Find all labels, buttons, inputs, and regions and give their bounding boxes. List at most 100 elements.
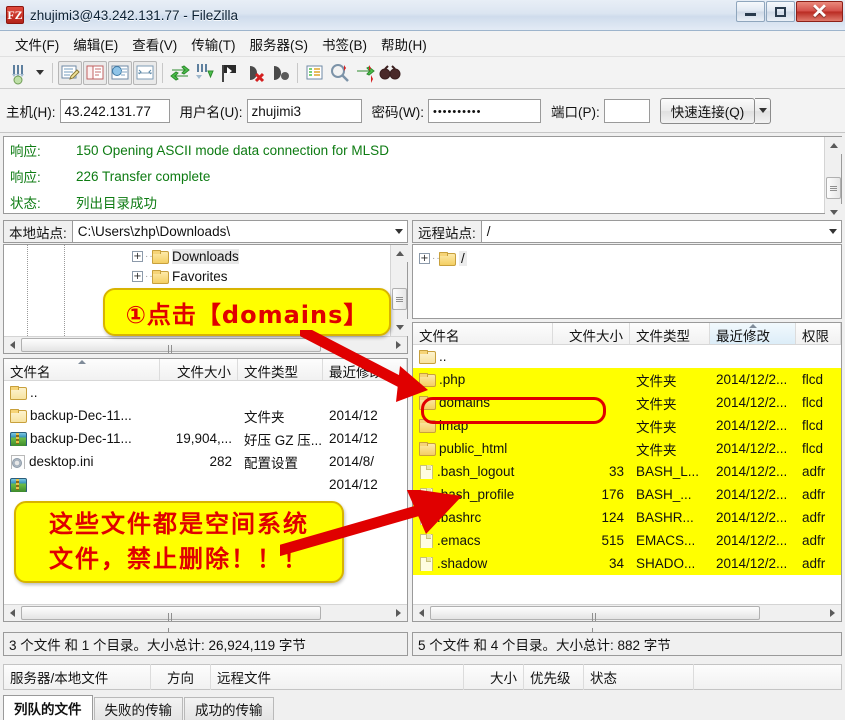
tab-queued-files[interactable]: 列队的文件 — [3, 695, 93, 720]
search-icon[interactable] — [378, 61, 402, 85]
queue-column-priority[interactable]: 优先级 — [524, 664, 584, 690]
menu-server[interactable]: 服务器(S) — [243, 31, 316, 57]
compare-icon[interactable] — [328, 61, 352, 85]
queue-column-size[interactable]: 大小 — [464, 664, 524, 690]
scroll-down-icon[interactable] — [391, 319, 408, 336]
minimize-button[interactable] — [736, 1, 765, 22]
local-list-hscroll[interactable] — [4, 604, 407, 636]
expand-icon[interactable]: + — [132, 251, 143, 262]
quick-connect-dropdown[interactable] — [755, 97, 772, 124]
column-header-filetype[interactable]: 文件类型 — [630, 323, 710, 344]
local-tree-hscroll[interactable] — [4, 336, 407, 368]
remote-directory-tree[interactable]: + ·· / — [412, 244, 842, 319]
remote-list-hscroll[interactable] — [413, 604, 841, 636]
table-row[interactable]: imap 文件夹 2014/12/2... flcd — [413, 414, 841, 437]
local-site-path-combo[interactable]: C:\Users\zhp\Downloads\ — [72, 220, 408, 243]
column-header-filename[interactable]: 文件名 — [4, 359, 160, 380]
tree-item-favorites[interactable]: + ·· Favorites — [132, 267, 228, 286]
table-row[interactable]: .. — [4, 381, 407, 404]
queue-column-server-local[interactable]: 服务器/本地文件 — [4, 664, 151, 690]
column-header-filesize[interactable]: 文件大小 — [553, 323, 630, 344]
folder-icon — [419, 373, 436, 387]
scroll-right-icon[interactable] — [390, 337, 407, 354]
menu-help[interactable]: 帮助(H) — [374, 31, 434, 57]
scroll-up-icon[interactable] — [391, 245, 408, 262]
scroll-right-icon[interactable] — [824, 605, 841, 622]
cancel-operation-icon[interactable] — [218, 61, 242, 85]
toggle-remote-tree-icon[interactable] — [108, 60, 132, 85]
table-row[interactable]: backup-Dec-11... 19,904,... 好压 GZ 压... 2… — [4, 427, 407, 450]
remote-site-path-combo[interactable]: / — [481, 220, 842, 243]
file-modified: 2014/12/2... — [716, 464, 788, 479]
column-header-modified[interactable]: 最近修改 — [710, 323, 796, 344]
process-queue-icon[interactable] — [193, 61, 217, 85]
username-input[interactable]: zhujimi3 — [246, 98, 362, 123]
filter-icon[interactable] — [303, 61, 327, 85]
close-button[interactable]: ✕ — [796, 1, 843, 22]
scroll-right-icon[interactable] — [390, 605, 407, 622]
sync-browsing-icon[interactable] — [353, 61, 377, 85]
local-file-list-header: 文件名 文件大小 文件类型 最近修改 — [4, 359, 407, 381]
queue-column-remote-file[interactable]: 远程文件 — [211, 664, 464, 690]
table-row[interactable]: .shadow 34 SHADO... 2014/12/2... adfr — [413, 552, 841, 575]
table-row[interactable]: public_html 文件夹 2014/12/2... flcd — [413, 437, 841, 460]
local-tree-vscroll[interactable] — [390, 245, 408, 336]
queue-column-status[interactable]: 状态 — [584, 664, 694, 690]
expand-icon[interactable]: + — [132, 271, 143, 282]
menu-view[interactable]: 查看(V) — [125, 31, 184, 57]
log-scrollbar[interactable] — [824, 137, 842, 221]
menu-edit[interactable]: 编辑(E) — [66, 31, 125, 57]
password-input[interactable]: •••••••••• — [427, 98, 541, 123]
tree-item-root[interactable]: + ·· / — [419, 249, 467, 268]
site-manager-icon[interactable] — [8, 61, 32, 85]
tab-successful-transfers[interactable]: 成功的传输 — [184, 697, 274, 720]
maximize-button[interactable] — [766, 1, 795, 22]
column-header-filesize[interactable]: 文件大小 — [160, 359, 238, 380]
table-row[interactable]: desktop.ini 282 配置设置 2014/8/ — [4, 450, 407, 473]
tree-item-downloads[interactable]: + ·· Downloads — [132, 247, 239, 266]
scroll-thumb[interactable] — [21, 337, 321, 368]
toggle-message-log-icon[interactable] — [58, 60, 82, 85]
table-row[interactable]: .bashrc 124 BASHR... 2014/12/2... adfr — [413, 506, 841, 529]
toggle-transfer-queue-icon[interactable] — [133, 60, 157, 85]
scroll-thumb[interactable] — [391, 288, 407, 310]
reconnect-icon[interactable] — [268, 61, 292, 85]
file-permissions: flcd — [802, 372, 824, 387]
scroll-left-icon[interactable] — [4, 337, 21, 354]
port-input[interactable] — [603, 98, 650, 123]
scroll-thumb[interactable] — [21, 605, 321, 636]
scroll-left-icon[interactable] — [4, 605, 21, 622]
quick-connect-button[interactable]: 快速连接(Q) — [659, 97, 756, 124]
table-row[interactable]: .bash_profile 176 BASH_... 2014/12/2... … — [413, 483, 841, 506]
refresh-icon[interactable] — [168, 61, 192, 85]
column-header-permissions[interactable]: 权限 — [796, 323, 841, 344]
menu-transfer[interactable]: 传输(T) — [184, 31, 242, 57]
table-row[interactable]: .bash_logout 33 BASH_L... 2014/12/2... a… — [413, 460, 841, 483]
dropdown-caret-icon[interactable] — [33, 61, 47, 85]
table-row[interactable]: .emacs 515 EMACS... 2014/12/2... adfr — [413, 529, 841, 552]
scroll-thumb[interactable] — [430, 605, 760, 636]
table-row[interactable]: 2014/12 — [4, 473, 407, 496]
table-row[interactable]: .. — [413, 345, 841, 368]
queue-column-direction[interactable]: 方向 — [151, 664, 211, 690]
file-size: 19,904,... — [175, 431, 232, 446]
expand-icon[interactable]: + — [419, 253, 430, 264]
toggle-local-tree-icon[interactable] — [83, 60, 107, 85]
menu-file[interactable]: 文件(F) — [8, 31, 66, 57]
column-header-filetype[interactable]: 文件类型 — [238, 359, 323, 380]
disconnect-icon[interactable] — [243, 61, 267, 85]
tab-failed-transfers[interactable]: 失败的传输 — [93, 697, 183, 720]
menu-bookmarks[interactable]: 书签(B) — [315, 31, 374, 57]
chevron-down-icon — [829, 229, 837, 234]
scroll-left-icon[interactable] — [413, 605, 430, 622]
remote-file-list[interactable]: 文件名 文件大小 文件类型 最近修改 权限 .. .php 文件夹 2014/1… — [412, 322, 842, 636]
file-type: BASH_L... — [636, 464, 700, 479]
scroll-up-icon[interactable] — [825, 137, 842, 154]
table-row[interactable]: backup-Dec-11... 文件夹 2014/12 — [4, 404, 407, 427]
column-header-filename[interactable]: 文件名 — [413, 323, 553, 344]
column-header-modified[interactable]: 最近修改 — [323, 359, 407, 380]
scroll-thumb[interactable] — [825, 177, 841, 199]
table-row-domains[interactable]: domains 文件夹 2014/12/2... flcd — [413, 391, 841, 414]
table-row[interactable]: .php 文件夹 2014/12/2... flcd — [413, 368, 841, 391]
host-input[interactable]: 43.242.131.77 — [59, 98, 170, 123]
